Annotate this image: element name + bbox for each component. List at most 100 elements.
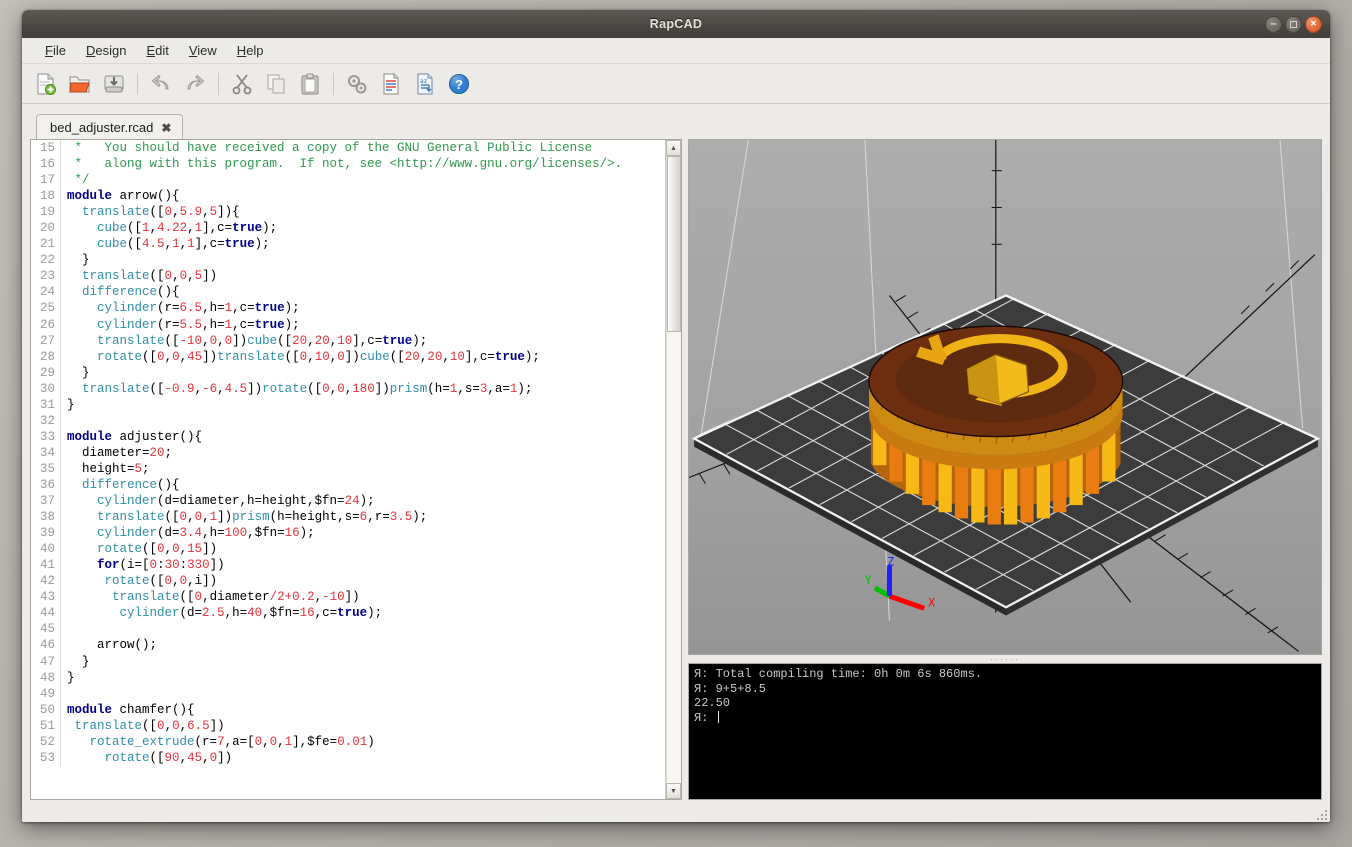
menu-design[interactable]: Design xyxy=(77,40,135,61)
code-line: 17 */ xyxy=(31,172,665,189)
save-disk-icon[interactable] xyxy=(98,68,130,100)
code-text: cube([1,4.22,1],c=true); xyxy=(97,221,278,236)
code-line: 47 } xyxy=(31,653,665,670)
redo-arrow-icon[interactable] xyxy=(179,68,211,100)
line-number: 19 xyxy=(31,204,61,221)
menu-view[interactable]: View xyxy=(180,40,226,61)
line-number: 45 xyxy=(31,621,61,638)
line-number: 44 xyxy=(31,605,61,622)
code-text: translate([0,5.9,5]){ xyxy=(82,205,240,220)
preferences-gears-icon[interactable] xyxy=(341,68,373,100)
line-number: 33 xyxy=(31,428,61,445)
code-line: 31} xyxy=(31,396,665,413)
tab-label: bed_adjuster.rcad xyxy=(50,120,154,135)
minimize-button[interactable]: – xyxy=(1265,15,1282,33)
code-text: difference(){ xyxy=(82,477,180,492)
undo-arrow-icon[interactable] xyxy=(145,68,177,100)
code-line: 25 cylinder(r=6.5,h=1,c=true); xyxy=(31,300,665,317)
compile-document-icon[interactable] xyxy=(375,68,407,100)
console-line: 22.50 xyxy=(694,696,731,710)
line-number: 29 xyxy=(31,364,61,381)
viewport-console-splitter[interactable]: ······ xyxy=(688,654,1322,664)
line-number: 30 xyxy=(31,380,61,397)
code-line: 28 rotate([0,0,45])translate([0,10,0])cu… xyxy=(31,348,665,365)
code-line: 22 } xyxy=(31,252,665,269)
line-number: 21 xyxy=(31,236,61,253)
code-line: 21 cube([4.5,1,1],c=true); xyxy=(31,236,665,253)
scrollbar-track[interactable] xyxy=(666,156,681,783)
scroll-down-icon[interactable]: ▼ xyxy=(666,783,681,799)
code-text: cylinder(d=3.4,h=100,$fn=16); xyxy=(97,526,315,541)
code-line: 16 * along with this program. If not, se… xyxy=(31,156,665,173)
code-text: for(i=[0:30:330]) xyxy=(97,558,225,573)
resize-grip[interactable] xyxy=(1314,807,1327,820)
close-button[interactable]: ✕ xyxy=(1305,15,1322,33)
line-number: 52 xyxy=(31,733,61,750)
code-editor[interactable]: 15 * You should have received a copy of … xyxy=(31,140,665,799)
maximize-button[interactable] xyxy=(1285,15,1302,33)
open-folder-icon[interactable] xyxy=(64,68,96,100)
new-file-icon[interactable] xyxy=(30,68,62,100)
copy-icon[interactable] xyxy=(260,68,292,100)
code-line: 36 difference(){ xyxy=(31,476,665,494)
help-question-icon[interactable]: ? xyxy=(443,68,475,100)
code-text: } xyxy=(67,397,75,412)
code-text: diameter=20; xyxy=(67,445,173,460)
code-text: difference(){ xyxy=(82,285,180,300)
code-text: translate([0,0,6.5]) xyxy=(74,718,225,733)
code-line: 33 module adjuster(){ xyxy=(31,428,665,445)
scroll-up-icon[interactable]: ▲ xyxy=(666,140,681,156)
code-text: rotate([0,0,45])translate([0,10,0])cube(… xyxy=(97,349,540,364)
code-text: translate([0,diameter/2+0.2,-10]) xyxy=(112,590,360,605)
console-line: Я: Total compiling time: 0h 0m 6s 860ms. xyxy=(694,667,983,681)
tab-bed-adjuster[interactable]: bed_adjuster.rcad ✖ xyxy=(36,114,184,140)
code-editor-pane: 15 * You should have received a copy of … xyxy=(30,139,682,800)
3d-viewport[interactable]: X Y Z xyxy=(689,140,1321,655)
code-line: 42 rotate([0,0,i]) xyxy=(31,573,665,590)
cut-scissors-icon[interactable] xyxy=(226,68,258,100)
code-text: translate([-10,0,0])cube([20,20,10],c=tr… xyxy=(97,333,428,348)
paste-clipboard-icon[interactable] xyxy=(294,68,326,100)
window-title: RapCAD xyxy=(649,17,703,31)
scrollbar-thumb[interactable] xyxy=(667,156,681,332)
3d-viewport-pane[interactable]: X Y Z xyxy=(688,139,1322,655)
render-export-icon[interactable]: az xyxy=(409,68,441,100)
line-number: 26 xyxy=(31,316,61,333)
code-text: translate([0,0,5]) xyxy=(82,269,218,284)
toolbar-separator-3 xyxy=(333,72,334,95)
desktop-background: RapCAD – ✕ File Design Edit View Help az… xyxy=(0,0,1352,847)
editor-vertical-scrollbar[interactable]: ▲ ▼ xyxy=(665,140,681,799)
rapcad-window: RapCAD – ✕ File Design Edit View Help az… xyxy=(22,10,1330,822)
code-text: } xyxy=(67,654,90,669)
title-bar[interactable]: RapCAD – ✕ xyxy=(22,10,1330,38)
code-text: module chamfer(){ xyxy=(67,702,195,717)
adjuster-model xyxy=(868,325,1124,525)
menu-edit[interactable]: Edit xyxy=(137,40,177,61)
line-number: 32 xyxy=(31,412,61,429)
code-line: 44 cylinder(d=2.5,h=40,$fn=16,c=true); xyxy=(31,605,665,622)
line-number: 49 xyxy=(31,685,61,702)
code-line: 49 xyxy=(31,685,665,702)
menu-file[interactable]: File xyxy=(36,40,75,61)
svg-text:?: ? xyxy=(455,77,463,92)
tab-close-icon[interactable]: ✖ xyxy=(161,121,171,135)
line-number: 34 xyxy=(31,444,61,461)
line-number: 28 xyxy=(31,348,61,365)
code-line: 24 difference(){ xyxy=(31,284,665,301)
code-text: rotate([0,0,i]) xyxy=(104,574,218,589)
splitter-grip-dots: ······ xyxy=(990,654,1020,664)
code-line: 51 translate([0,0,6.5]) xyxy=(31,717,665,734)
main-body: bed_adjuster.rcad ✖ 15 * You should have… xyxy=(22,104,1330,808)
code-text: * along with this program. If not, see <… xyxy=(67,157,623,172)
line-number: 25 xyxy=(31,300,61,317)
code-line: 19 translate([0,5.9,5]){ xyxy=(31,204,665,221)
line-number: 15 xyxy=(31,140,61,157)
code-line: 52 rotate_extrude(r=7,a=[0,0,1],$fe=0.01… xyxy=(31,733,665,750)
menu-help[interactable]: Help xyxy=(228,40,273,61)
line-number: 20 xyxy=(31,220,61,237)
svg-text:az: az xyxy=(420,78,428,85)
code-line: 45 xyxy=(31,621,665,638)
line-number: 23 xyxy=(31,268,61,285)
console-output[interactable]: Я: Total compiling time: 0h 0m 6s 860ms.… xyxy=(688,663,1322,800)
